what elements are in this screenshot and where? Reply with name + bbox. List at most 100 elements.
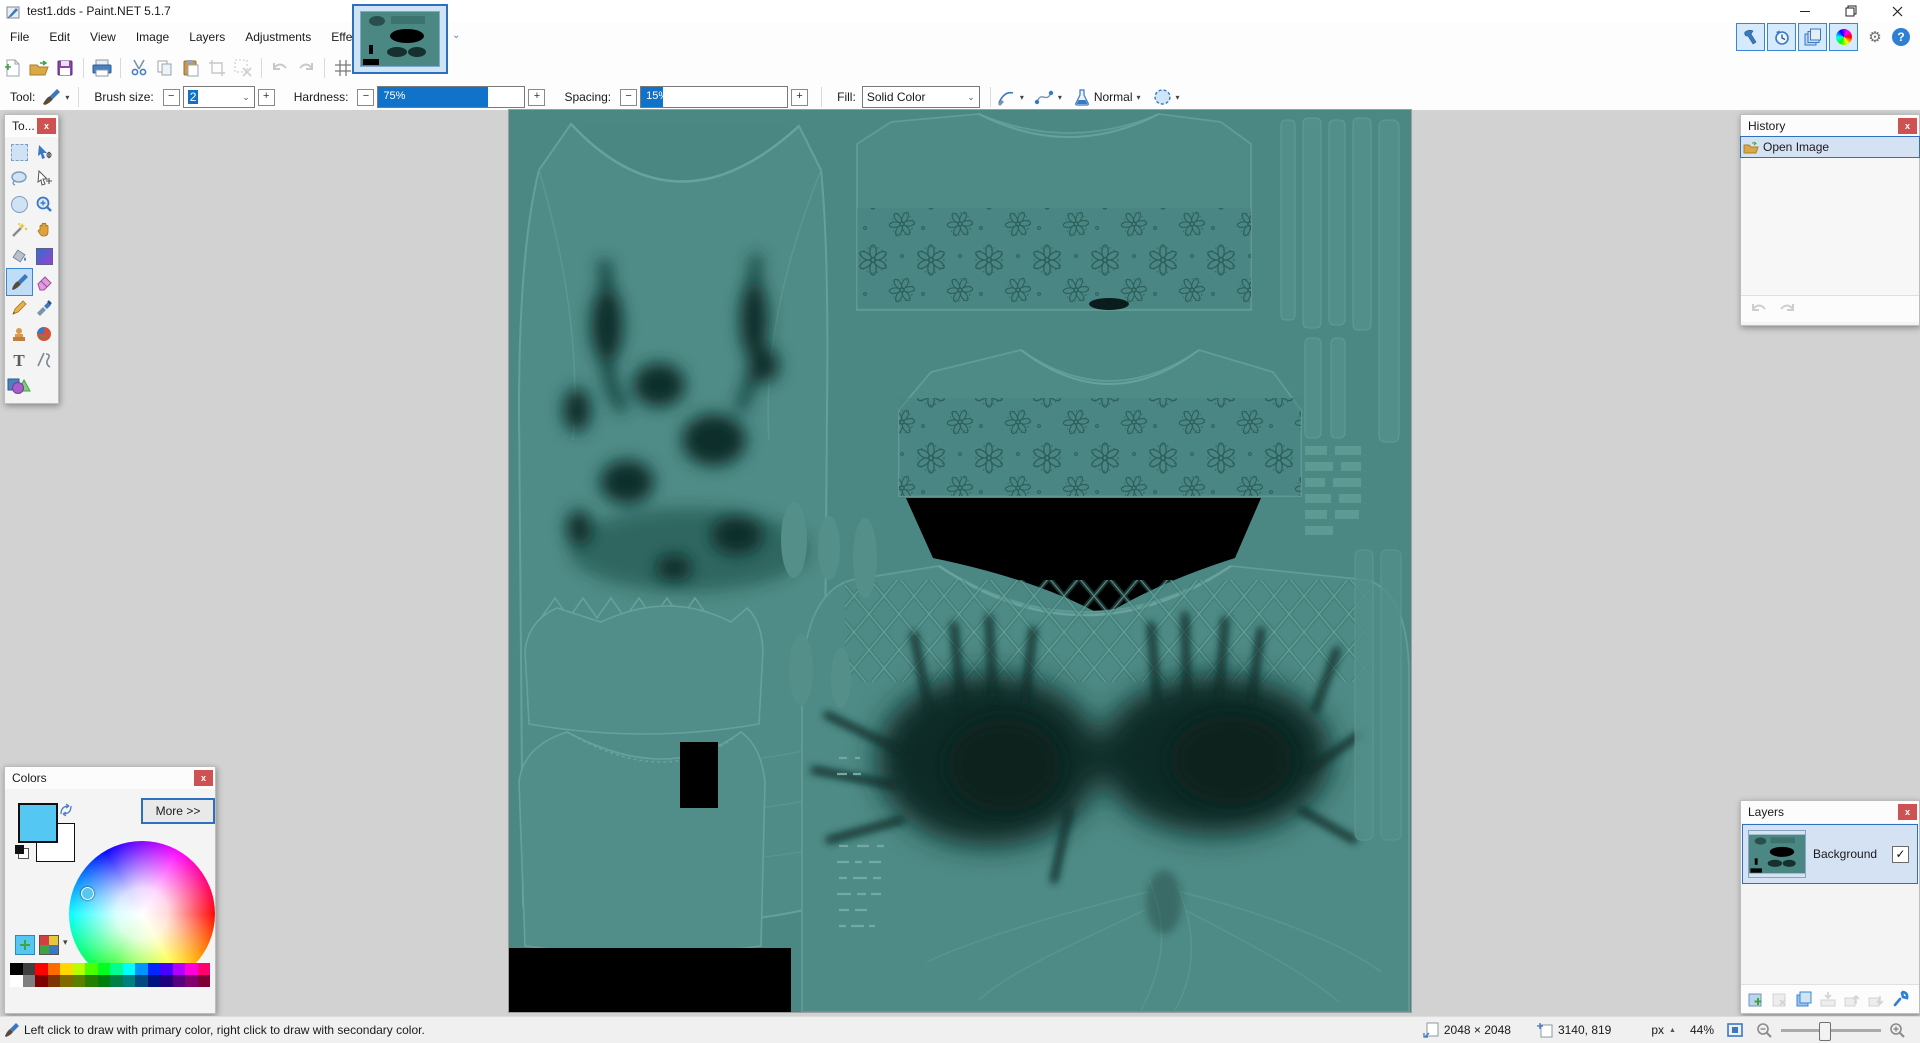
more-button[interactable]: More >> (141, 798, 215, 824)
tool-text[interactable]: T (7, 347, 32, 373)
menu-image[interactable]: Image (126, 24, 179, 50)
toggle-tools-window[interactable] (1736, 23, 1765, 51)
tool-magic-wand[interactable] (7, 217, 32, 243)
tool-paint-bucket[interactable] (7, 243, 32, 269)
tool-gradient[interactable] (32, 243, 57, 269)
toggle-layers-window[interactable] (1798, 23, 1827, 51)
history-undo-icon[interactable] (1749, 301, 1769, 317)
blend-mode-dropdown-arrow[interactable]: ▾ (1137, 93, 1141, 102)
move-layer-up-button[interactable] (1842, 989, 1862, 1009)
palette-swatch[interactable] (85, 975, 98, 987)
tool-zoom[interactable] (32, 191, 57, 217)
add-palette-color-button[interactable] (15, 935, 35, 955)
cut-button[interactable] (127, 56, 151, 80)
tab-list-chevron-icon[interactable]: ⌄ (452, 30, 460, 41)
palette-swatch[interactable] (135, 963, 148, 975)
palette-swatch[interactable] (35, 963, 48, 975)
delete-layer-button[interactable] (1770, 989, 1790, 1009)
tool-recolor[interactable] (32, 321, 57, 347)
add-layer-button[interactable] (1746, 989, 1766, 1009)
layer-row-background[interactable]: Background ✓ (1743, 825, 1917, 883)
palette-swatch[interactable] (173, 963, 186, 975)
zoom-fit-icon[interactable] (1726, 1022, 1744, 1038)
duplicate-layer-button[interactable] (1794, 989, 1814, 1009)
tool-rectangle-select[interactable] (7, 139, 32, 165)
palette-swatch[interactable] (110, 975, 123, 987)
tool-paintbrush[interactable] (7, 269, 32, 295)
smoothing-icon[interactable] (1034, 88, 1054, 106)
palette-swatch[interactable] (160, 963, 173, 975)
canvas-texture[interactable] (509, 110, 1411, 1012)
merge-layer-down-button[interactable] (1818, 989, 1838, 1009)
paste-button[interactable] (179, 56, 203, 80)
palette-swatch[interactable] (60, 963, 73, 975)
palette-swatch[interactable] (173, 975, 186, 987)
tool-eraser[interactable] (32, 269, 57, 295)
document-tab-test1[interactable] (352, 4, 448, 74)
copy-button[interactable] (153, 56, 177, 80)
palette-swatch[interactable] (85, 963, 98, 975)
print-button[interactable] (90, 56, 114, 80)
tool-ellipse-select[interactable] (7, 191, 32, 217)
palette-swatch[interactable] (148, 975, 161, 987)
menu-edit[interactable]: Edit (39, 24, 80, 50)
hardness-slider[interactable]: 75% (377, 86, 525, 108)
blend-mode-value[interactable]: Normal (1094, 90, 1133, 104)
spacing-increment[interactable]: + (791, 89, 808, 106)
toggle-history-window[interactable] (1767, 23, 1796, 51)
history-redo-icon[interactable] (1777, 301, 1797, 317)
tool-move-selection[interactable] (32, 165, 57, 191)
brush-size-decrement[interactable]: − (163, 89, 180, 106)
palette-swatch[interactable] (73, 975, 86, 987)
palette-swatch[interactable] (73, 963, 86, 975)
reset-colors-icon[interactable] (15, 845, 29, 859)
close-button[interactable] (1874, 0, 1920, 22)
crop-button[interactable] (205, 56, 229, 80)
help-button[interactable]: ? (1892, 28, 1910, 46)
palette-swatch[interactable] (23, 975, 36, 987)
toggle-colors-window[interactable] (1829, 23, 1858, 51)
menu-layers[interactable]: Layers (179, 24, 235, 50)
zoom-in-icon[interactable] (1889, 1022, 1906, 1039)
hardness-decrement[interactable]: − (357, 89, 374, 106)
selection-clipping-icon[interactable] (1153, 88, 1172, 106)
history-item-open-image[interactable]: Open Image (1741, 137, 1919, 157)
tools-panel-close-icon[interactable]: x (37, 118, 56, 134)
open-file-button[interactable] (27, 56, 51, 80)
color-wheel-selector[interactable] (81, 887, 94, 900)
tool-pencil[interactable] (7, 295, 32, 321)
history-panel-close-icon[interactable]: x (1898, 118, 1917, 134)
smoothing-dropdown-arrow[interactable]: ▾ (1058, 93, 1062, 102)
palette-swatch[interactable] (10, 975, 23, 987)
palette-swatch[interactable] (123, 975, 136, 987)
tool-clone-stamp[interactable] (7, 321, 32, 347)
tool-lasso-select[interactable] (7, 165, 32, 191)
tool-dropdown-arrow[interactable]: ▾ (65, 93, 69, 102)
tool-move-selected-pixels[interactable] (32, 139, 57, 165)
palette-swatch[interactable] (35, 975, 48, 987)
layer-properties-button[interactable] (1890, 989, 1910, 1009)
selection-clipping-dropdown-arrow[interactable]: ▾ (1176, 93, 1180, 102)
palette-swatch[interactable] (185, 963, 198, 975)
zoom-slider[interactable] (1781, 1029, 1881, 1032)
antialiasing-icon[interactable] (996, 88, 1016, 106)
save-button[interactable] (53, 56, 77, 80)
undo-button[interactable] (268, 56, 292, 80)
zoom-out-icon[interactable] (1756, 1022, 1773, 1039)
menu-view[interactable]: View (80, 24, 126, 50)
palette-swatch[interactable] (60, 975, 73, 987)
hardness-increment[interactable]: + (528, 89, 545, 106)
palette-swatch[interactable] (198, 963, 211, 975)
palette-swatch[interactable] (110, 963, 123, 975)
zoom-slider-thumb[interactable] (1819, 1022, 1831, 1041)
menu-adjustments[interactable]: Adjustments (235, 24, 321, 50)
antialiasing-dropdown-arrow[interactable]: ▾ (1020, 93, 1024, 102)
palette-swatch[interactable] (23, 963, 36, 975)
layer-visibility-checkbox[interactable]: ✓ (1892, 846, 1909, 863)
move-layer-down-button[interactable] (1866, 989, 1886, 1009)
menu-file[interactable]: File (0, 24, 39, 50)
deselect-button[interactable] (231, 56, 255, 80)
redo-button[interactable] (294, 56, 318, 80)
unit-selector[interactable]: px ▲ (1651, 1023, 1676, 1037)
palette-swatch[interactable] (48, 963, 61, 975)
